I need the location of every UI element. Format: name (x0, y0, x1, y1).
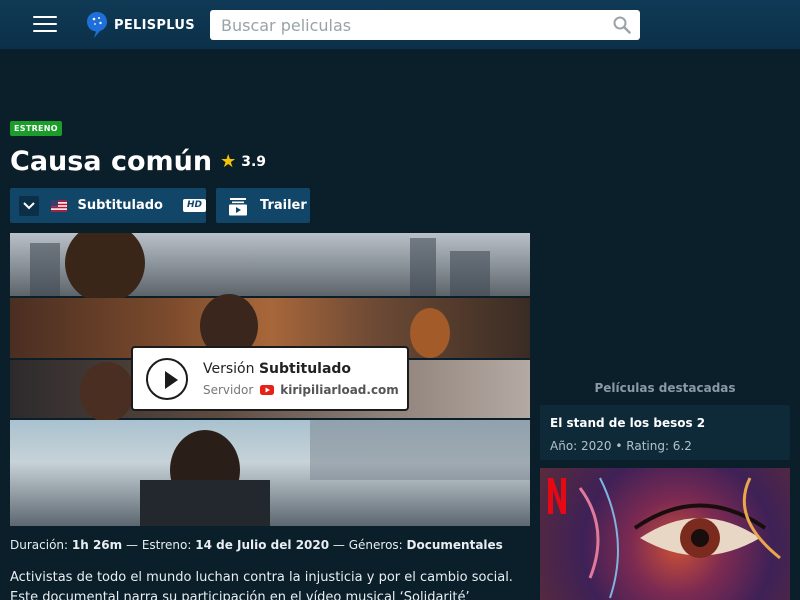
search-icon[interactable] (613, 16, 631, 34)
duration: 1h 26m (71, 538, 123, 552)
featured-movie-poster[interactable] (540, 468, 790, 600)
trailer-label: Trailer (260, 198, 307, 213)
release-date: 14 de Julio del 2020 (195, 538, 330, 552)
trailer-icon (229, 197, 247, 215)
movie-rating: 3.9 (241, 153, 267, 170)
language-selector-button[interactable]: Subtitulado HD (10, 188, 206, 223)
brand-name: PELISPLUS (114, 17, 195, 33)
logo-icon (87, 12, 107, 38)
movie-meta: Duración: 1h 26m — Estreno: 14 de Julio … (10, 538, 503, 552)
poster-panel (10, 233, 530, 303)
us-flag-icon (51, 200, 68, 211)
star-icon: ★ (220, 151, 237, 172)
play-icon[interactable] (146, 358, 188, 400)
logo[interactable]: PELISPLUS (86, 11, 195, 39)
version-value: Subtitulado (258, 361, 352, 377)
search-box (210, 10, 640, 40)
top-navbar: PELISPLUS (0, 0, 800, 50)
search-input[interactable] (210, 10, 600, 40)
eye-illustration (578, 477, 781, 599)
menu-icon[interactable] (33, 16, 57, 34)
title-row: Causa común ★ 3.9 (10, 146, 266, 177)
poster-panel (10, 420, 530, 526)
featured-movie-meta: Año: 2020 • Rating: 6.2 (550, 439, 692, 453)
featured-movie-card[interactable]: El stand de los besos 2 Año: 2020 • Rati… (540, 405, 790, 460)
version-text: Versión Subtitulado (203, 361, 352, 377)
featured-title: Películas destacadas (594, 381, 736, 395)
hd-icon: HD (182, 199, 206, 212)
language-label: Subtitulado (77, 198, 163, 213)
featured-movie-name[interactable]: El stand de los besos 2 (550, 416, 705, 430)
genre-link[interactable]: Documentales (407, 538, 503, 552)
youtube-icon (260, 385, 275, 395)
server-label: Servidor (203, 383, 254, 397)
premiere-badge: ESTRENO (10, 121, 62, 136)
trailer-button[interactable]: Trailer (216, 188, 310, 223)
play-server-card[interactable]: Versión Subtitulado Servidor kiripiliarl… (131, 346, 409, 411)
server-row: Servidor kiripiliarload.com (203, 383, 399, 397)
movie-title: Causa común (10, 146, 213, 177)
movie-description: Activistas de todo el mundo luchan contr… (10, 570, 513, 600)
chevron-down-icon[interactable] (19, 195, 40, 216)
server-name: kiripiliarload.com (280, 383, 399, 397)
